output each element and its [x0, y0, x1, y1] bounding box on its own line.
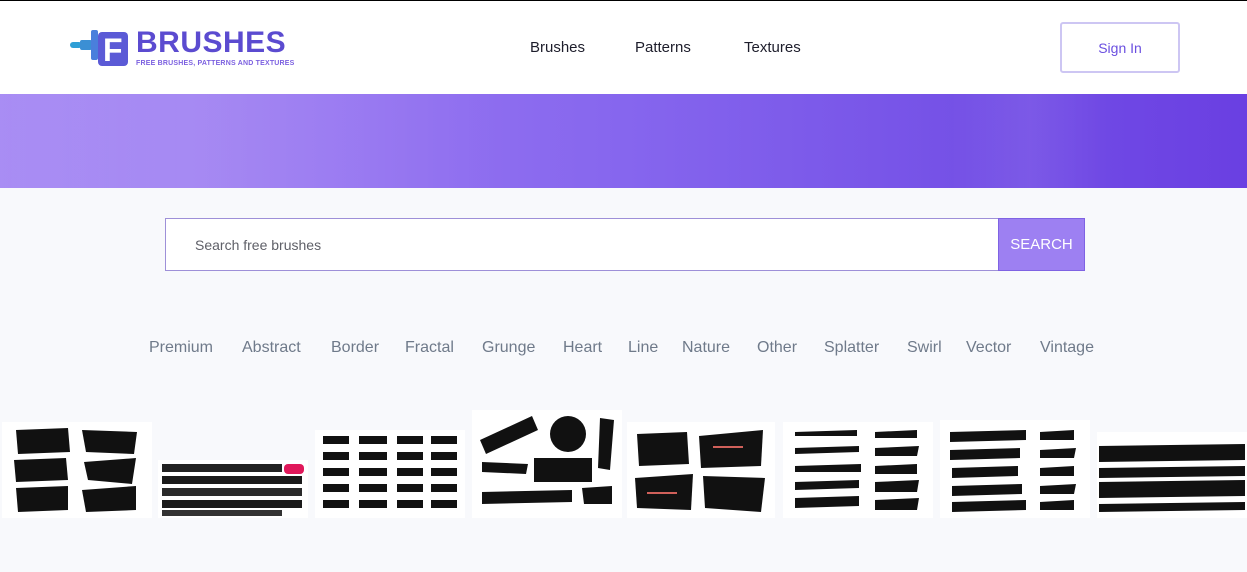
- nav-textures[interactable]: Textures: [744, 39, 801, 56]
- brush-strokes-image: [480, 416, 614, 504]
- nav-brushes[interactable]: Brushes: [530, 39, 585, 56]
- brush-strokes-image: [162, 464, 304, 516]
- category-other[interactable]: Other: [757, 339, 797, 357]
- category-nature[interactable]: Nature: [682, 339, 730, 357]
- sign-in-button[interactable]: Sign In: [1060, 22, 1180, 73]
- search-button[interactable]: SEARCH: [998, 218, 1085, 271]
- brush-strokes-image: [323, 436, 457, 508]
- brush-thumbnail[interactable]: [158, 460, 308, 518]
- brush-thumbnail[interactable]: [2, 422, 152, 518]
- svg-text:F: F: [103, 32, 123, 68]
- site-logo[interactable]: F BRUSHES FREE BRUSHES, PATTERNS AND TEX…: [70, 26, 310, 72]
- category-heart[interactable]: Heart: [563, 339, 602, 357]
- brush-thumbnail[interactable]: [472, 410, 622, 518]
- category-vector[interactable]: Vector: [966, 339, 1011, 357]
- search-input[interactable]: [165, 218, 999, 271]
- logo-wordmark: BRUSHES: [136, 26, 287, 59]
- hero-banner: [0, 94, 1247, 188]
- brush-thumbnail[interactable]: [940, 420, 1090, 518]
- category-fractal[interactable]: Fractal: [405, 339, 454, 357]
- category-grunge[interactable]: Grunge: [482, 339, 535, 357]
- site-header: F BRUSHES FREE BRUSHES, PATTERNS AND TEX…: [0, 1, 1247, 94]
- category-swirl[interactable]: Swirl: [907, 339, 942, 357]
- paintbrush-icon: F: [70, 30, 128, 68]
- brush-thumbnail[interactable]: [315, 430, 465, 518]
- search-form: SEARCH: [165, 218, 1085, 271]
- brush-strokes-image: [795, 430, 919, 510]
- category-premium[interactable]: Premium: [149, 339, 213, 357]
- brush-strokes-image: [14, 428, 137, 512]
- brush-thumbnail[interactable]: [1097, 432, 1247, 518]
- category-border[interactable]: Border: [331, 339, 379, 357]
- hero-sheen: [950, 94, 1110, 188]
- brush-strokes-image: [950, 430, 1076, 512]
- brush-thumbnail[interactable]: [627, 422, 775, 518]
- hero-sheen: [0, 94, 500, 188]
- nav-patterns[interactable]: Patterns: [635, 39, 691, 56]
- brush-strokes-image: [635, 430, 765, 512]
- category-abstract[interactable]: Abstract: [242, 339, 301, 357]
- brush-strokes-image: [1099, 444, 1245, 512]
- category-vintage[interactable]: Vintage: [1040, 339, 1094, 357]
- category-splatter[interactable]: Splatter: [824, 339, 879, 357]
- category-line[interactable]: Line: [628, 339, 658, 357]
- logo-tagline: FREE BRUSHES, PATTERNS AND TEXTURES: [136, 60, 295, 67]
- category-list: Premium Abstract Border Fractal Grunge H…: [0, 339, 1247, 359]
- brush-thumbnail[interactable]: [783, 422, 933, 518]
- brush-thumbnail-row: [0, 410, 1247, 522]
